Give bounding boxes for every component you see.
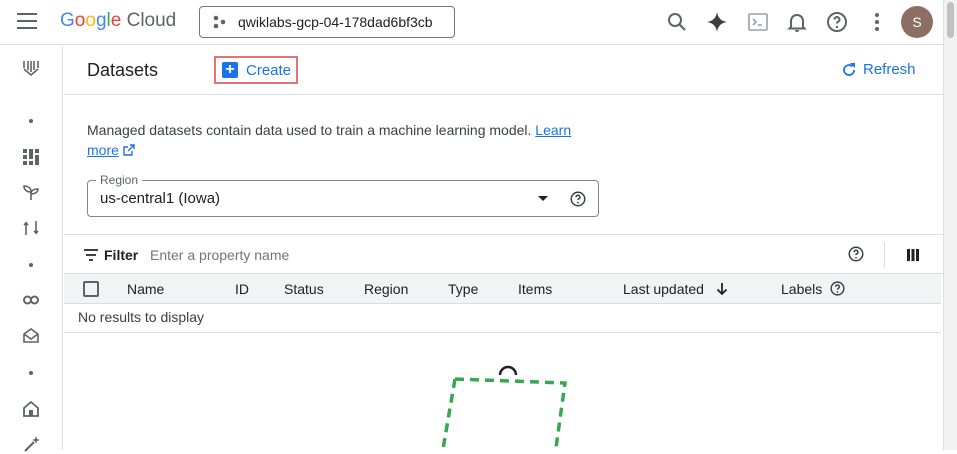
vertex-ai-logo-icon[interactable]	[21, 57, 41, 77]
menu-icon[interactable]	[17, 13, 37, 29]
empty-clipboard-illustration	[441, 365, 567, 450]
search-icon[interactable]	[665, 10, 689, 34]
help-icon[interactable]	[825, 10, 849, 34]
column-header-items[interactable]: Items	[518, 281, 552, 297]
table-header: Name ID Status Region Type Items Last up…	[64, 274, 941, 304]
column-header-id[interactable]: ID	[235, 281, 249, 297]
create-button[interactable]: + Create	[214, 56, 298, 84]
create-label: Create	[246, 61, 292, 79]
column-header-last-updated[interactable]: Last updated	[623, 281, 704, 297]
nav-separator-dot	[29, 371, 33, 375]
filter-bar: Filter	[64, 234, 943, 274]
filter-label: Filter	[104, 247, 139, 263]
page-header: Datasets + Create Refresh	[64, 46, 943, 95]
google-cloud-logo[interactable]: Google Cloud	[60, 10, 176, 32]
description-text: Managed datasets contain data used to tr…	[87, 122, 532, 138]
sort-descending-icon[interactable]	[716, 282, 728, 296]
dropdown-arrow-icon	[538, 196, 548, 201]
filter-icon[interactable]	[83, 248, 99, 262]
external-link-icon	[123, 144, 135, 156]
select-all-checkbox[interactable]	[83, 281, 99, 297]
project-picker[interactable]: qwiklabs-gcp-04-178dad6bf3cb	[199, 6, 455, 38]
side-nav	[0, 46, 63, 452]
gemini-icon[interactable]	[705, 10, 729, 34]
refresh-button[interactable]: Refresh	[841, 61, 916, 78]
more-vert-icon[interactable]	[865, 10, 889, 34]
nav-separator-dot	[29, 263, 33, 267]
add-icon: +	[222, 62, 238, 78]
magic-wand-icon[interactable]	[21, 434, 41, 454]
region-value: us-central1 (Iowa)	[100, 190, 221, 207]
column-header-name[interactable]: Name	[127, 281, 164, 297]
refresh-label: Refresh	[863, 61, 916, 78]
project-icon	[213, 15, 226, 29]
page-description: Managed datasets contain data used to tr…	[87, 120, 587, 160]
region-select[interactable]: Region us-central1 (Iowa)	[87, 173, 599, 217]
home-icon[interactable]	[21, 399, 41, 419]
divider	[884, 242, 885, 268]
dashboard-icon[interactable]	[21, 147, 41, 167]
logo-cloud: Cloud	[126, 10, 177, 31]
scrollbar[interactable]	[943, 0, 957, 450]
pipelines-icon[interactable]	[21, 218, 41, 238]
logo-google: Google	[60, 10, 122, 31]
page-title: Datasets	[87, 60, 159, 80]
column-header-status[interactable]: Status	[284, 281, 324, 297]
cloud-shell-icon[interactable]	[746, 10, 770, 34]
column-header-labels[interactable]: Labels	[781, 281, 822, 297]
top-bar: Google Cloud qwiklabs-gcp-04-178dad6bf3c…	[0, 0, 957, 45]
column-header-region[interactable]: Region	[364, 281, 408, 297]
scrollbar-thumb[interactable]	[947, 2, 954, 38]
notifications-icon[interactable]	[785, 10, 809, 34]
column-header-type[interactable]: Type	[448, 281, 478, 297]
filter-input[interactable]	[150, 247, 550, 263]
refresh-icon	[843, 62, 855, 76]
filter-help-icon[interactable]	[847, 245, 865, 263]
workbench-icon[interactable]	[21, 326, 41, 346]
empty-state-text: No results to display	[78, 309, 205, 325]
project-name: qwiklabs-gcp-04-178dad6bf3cb	[238, 14, 433, 30]
avatar[interactable]: S	[901, 6, 933, 38]
region-label: Region	[96, 173, 143, 187]
region-help-icon[interactable]	[569, 190, 587, 208]
colab-icon[interactable]	[21, 290, 41, 310]
divider	[64, 332, 941, 333]
column-display-icon[interactable]	[906, 248, 920, 262]
labels-help-icon[interactable]	[829, 280, 846, 297]
model-garden-icon[interactable]	[21, 182, 41, 202]
nav-separator-dot	[29, 119, 33, 123]
